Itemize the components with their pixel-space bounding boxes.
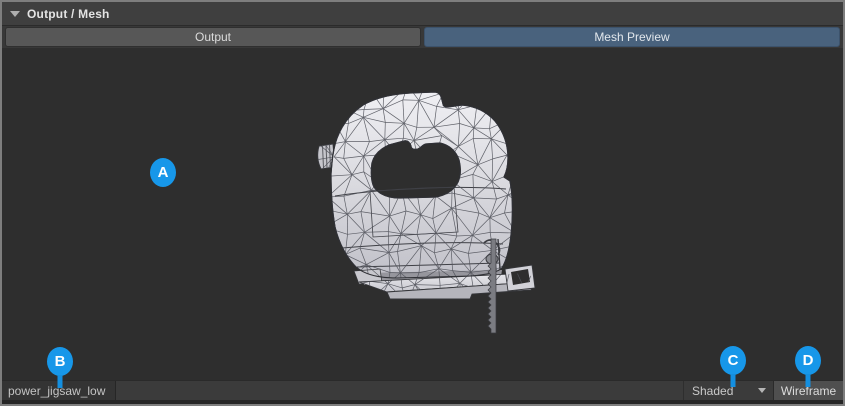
- marker-d-letter: D: [803, 352, 814, 369]
- marker-c-letter: C: [728, 352, 739, 369]
- bottom-bar-spacer: [116, 381, 683, 400]
- shading-mode-value: Shaded: [692, 384, 733, 398]
- annotation-marker-b: B: [47, 347, 73, 376]
- tab-mesh-preview[interactable]: Mesh Preview: [424, 27, 840, 47]
- foldout-triangle-icon[interactable]: [10, 11, 20, 17]
- mesh-preview-viewport[interactable]: [2, 48, 843, 380]
- tab-output[interactable]: Output: [5, 27, 421, 47]
- output-mesh-panel: Output / Mesh Output Mesh Preview: [0, 0, 845, 406]
- chevron-down-icon: [758, 388, 766, 393]
- marker-b-letter: B: [55, 353, 66, 370]
- jigsaw-mesh: [2, 48, 843, 379]
- annotation-marker-d: D: [795, 346, 821, 375]
- shading-mode-dropdown[interactable]: Shaded: [683, 381, 773, 400]
- tab-bar: Output Mesh Preview: [2, 26, 843, 48]
- panel-header: Output / Mesh: [2, 2, 843, 26]
- annotation-marker-a: A: [150, 158, 176, 187]
- tab-mesh-preview-label: Mesh Preview: [594, 30, 669, 44]
- preview-bottom-bar: power_jigsaw_low Shaded Wireframe: [2, 380, 843, 400]
- tab-output-label: Output: [195, 30, 231, 44]
- panel-title: Output / Mesh: [27, 7, 110, 21]
- annotation-marker-c: C: [720, 346, 746, 375]
- marker-a-letter: A: [158, 164, 169, 181]
- bottom-edge-strip: [2, 400, 843, 404]
